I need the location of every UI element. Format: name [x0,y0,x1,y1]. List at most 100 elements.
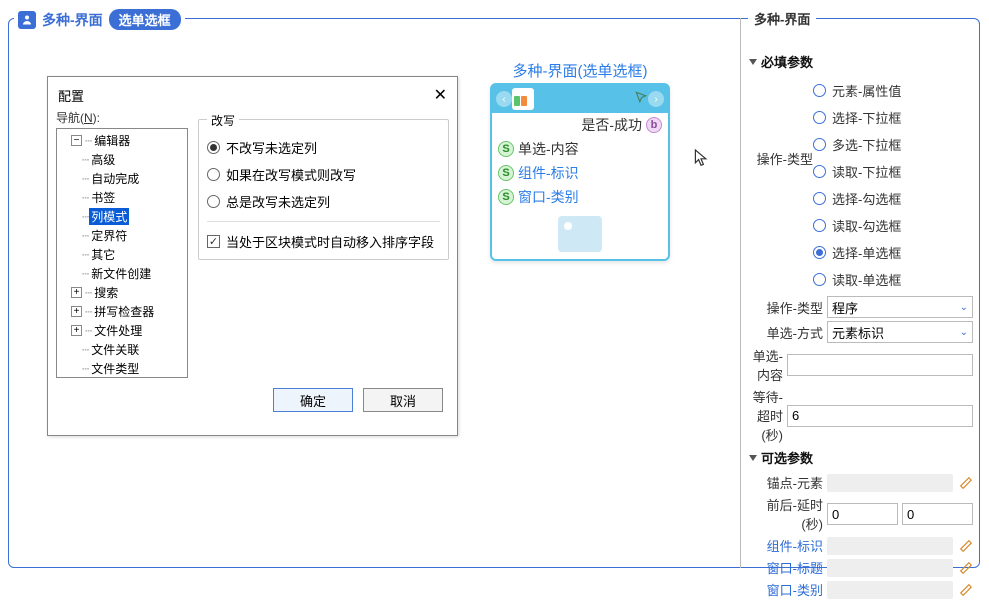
radio-option[interactable]: 多选-下拉框 [813,131,973,158]
operation-type-group: 操作-类型 元素-属性值选择-下拉框多选-下拉框读取-下拉框选择-勾选框读取-勾… [749,77,973,293]
tree-item-fileassoc[interactable]: ┄文件关联 [59,340,185,359]
tree-item-filetype[interactable]: ┄文件类型 [59,359,185,378]
port-bool-icon[interactable]: b [646,117,662,133]
label-win-class[interactable]: 窗口-类别 [749,580,823,599]
check-auto-sort[interactable]: ✓当处于区块模式时自动移入排序字段 [207,232,440,251]
radio-option[interactable]: 元素-属性值 [813,77,973,104]
chevron-right-icon[interactable]: › [648,91,664,107]
port-label: 组件-标识 [518,163,579,183]
port-string-icon[interactable]: S [498,141,514,157]
tree-item-filehandle[interactable]: +┄文件处理 [59,321,185,340]
radio-label: 读取-下拉框 [832,162,901,181]
panel-title: 多种-界面 [748,9,816,28]
label-select-content: 单选-内容 [749,346,783,384]
tree-item-colmode[interactable]: ┄列模式 [59,207,185,226]
win-title-value[interactable] [827,559,953,577]
node-body: ‹ › 是否-成功 b S 单选-内容 S 组件-标识 S 窗口-类别 [490,83,670,261]
radio-label: 读取-单选框 [832,270,901,289]
label-comp-id[interactable]: 组件-标识 [749,536,823,555]
tree-item-delim[interactable]: ┄定界符 [59,226,185,245]
tree-item-bookmark[interactable]: ┄书签 [59,188,185,207]
comp-id-value[interactable] [827,537,953,555]
tree-item-spell[interactable]: +┄拼写检查器 [59,302,185,321]
ok-button[interactable]: 确定 [273,388,353,412]
row-anchor: 锚点-元素 [749,473,973,492]
properties-panel: 必填参数 操作-类型 元素-属性值选择-下拉框多选-下拉框读取-下拉框选择-勾选… [740,18,981,568]
radio-always[interactable]: 总是改写未选定列 [207,192,440,211]
dialog-titlebar: 配置 ✕ [48,77,457,109]
win-class-value[interactable] [827,581,953,599]
port-success: 是否-成功 b [492,113,668,137]
node-type-icon [512,88,534,110]
radio-option[interactable]: 选择-单选框 [813,239,973,266]
radio-icon [813,273,826,286]
label-win-title[interactable]: 窗口-标题 [749,558,823,577]
radio-option[interactable]: 读取-单选框 [813,266,973,293]
node-image-placeholder [492,209,668,259]
label-delay: 前后-延时(秒) [749,495,823,533]
radio-icon [813,84,826,97]
radio-if-mode[interactable]: 如果在改写模式则改写 [207,165,440,184]
label-select-mode: 单选-方式 [749,323,823,342]
edit-icon[interactable] [959,476,973,490]
radio-no-overwrite[interactable]: 不改写未选定列 [207,138,440,157]
edit-icon[interactable] [959,583,973,597]
expand-icon[interactable]: + [71,325,82,336]
radio-group-label: 操作-类型 [749,77,813,168]
section-label: 可选参数 [761,448,813,467]
label-timeout: 等待-超时(秒) [749,387,783,444]
select-mode[interactable]: 元素标识 ⌄ [827,321,973,343]
chevron-left-icon[interactable]: ‹ [496,91,512,107]
tree-item-other[interactable]: ┄其它 [59,245,185,264]
collapse-icon[interactable]: − [71,135,82,146]
radio-option[interactable]: 选择-勾选框 [813,185,973,212]
radio-label: 选择-勾选框 [832,189,901,208]
tree-item-editor[interactable]: −┄编辑器 [59,131,185,150]
expand-icon[interactable]: + [71,287,82,298]
node-title: 多种-界面(选单选框) [490,60,670,81]
label-anchor: 锚点-元素 [749,473,823,492]
radio-icon [813,138,826,151]
port-label: 单选-内容 [518,139,579,159]
input-delay-after[interactable] [902,503,973,525]
tree-item-advanced[interactable]: ┄高级 [59,150,185,169]
section-optional[interactable]: 可选参数 [749,448,973,467]
input-delay-before[interactable] [827,503,898,525]
select-op-type[interactable]: 程序 ⌄ [827,296,973,318]
radio-icon [207,168,220,181]
expand-icon[interactable]: + [71,306,82,317]
port-string-icon[interactable]: S [498,189,514,205]
radio-option[interactable]: 读取-下拉框 [813,158,973,185]
radio-icon [813,165,826,178]
edit-icon[interactable] [959,561,973,575]
row-select-content: 单选-内容 [749,346,973,384]
port-class: S 窗口-类别 [492,185,668,209]
cursor-arrow-icon [634,90,648,109]
config-dialog: 配置 ✕ 导航(N): −┄编辑器 ┄高级 ┄自动完成 ┄书签 ┄列模式 ┄定界… [47,76,458,436]
radio-option[interactable]: 选择-下拉框 [813,104,973,131]
port-string-icon[interactable]: S [498,165,514,181]
tree-item-newfile[interactable]: ┄新文件创建 [59,264,185,283]
radio-label: 元素-属性值 [832,81,901,100]
dialog-title: 配置 [58,86,84,105]
row-select-mode: 单选-方式 元素标识 ⌄ [749,321,973,343]
section-required[interactable]: 必填参数 [749,52,973,71]
tree-item-search[interactable]: +┄搜索 [59,283,185,302]
radio-icon [813,111,826,124]
tree-item-autocomplete[interactable]: ┄自动完成 [59,169,185,188]
input-select-content[interactable] [787,354,973,376]
port-content: S 单选-内容 [492,137,668,161]
cancel-button[interactable]: 取消 [363,388,443,412]
workflow-node[interactable]: 多种-界面(选单选框) ‹ › 是否-成功 b S 单选-内容 S 组件-标识 … [490,60,670,261]
edit-icon[interactable] [959,539,973,553]
nav-tree[interactable]: −┄编辑器 ┄高级 ┄自动完成 ┄书签 ┄列模式 ┄定界符 ┄其它 ┄新文件创建… [56,128,188,378]
radio-option[interactable]: 读取-勾选框 [813,212,973,239]
close-icon[interactable]: ✕ [434,85,447,105]
row-timeout: 等待-超时(秒) [749,387,973,444]
radio-icon [813,246,826,259]
input-timeout[interactable] [787,405,973,427]
anchor-value[interactable] [827,474,953,492]
label-op-type: 操作-类型 [749,298,823,317]
mouse-cursor-icon [693,148,709,168]
chevron-down-icon: ⌄ [960,327,968,338]
